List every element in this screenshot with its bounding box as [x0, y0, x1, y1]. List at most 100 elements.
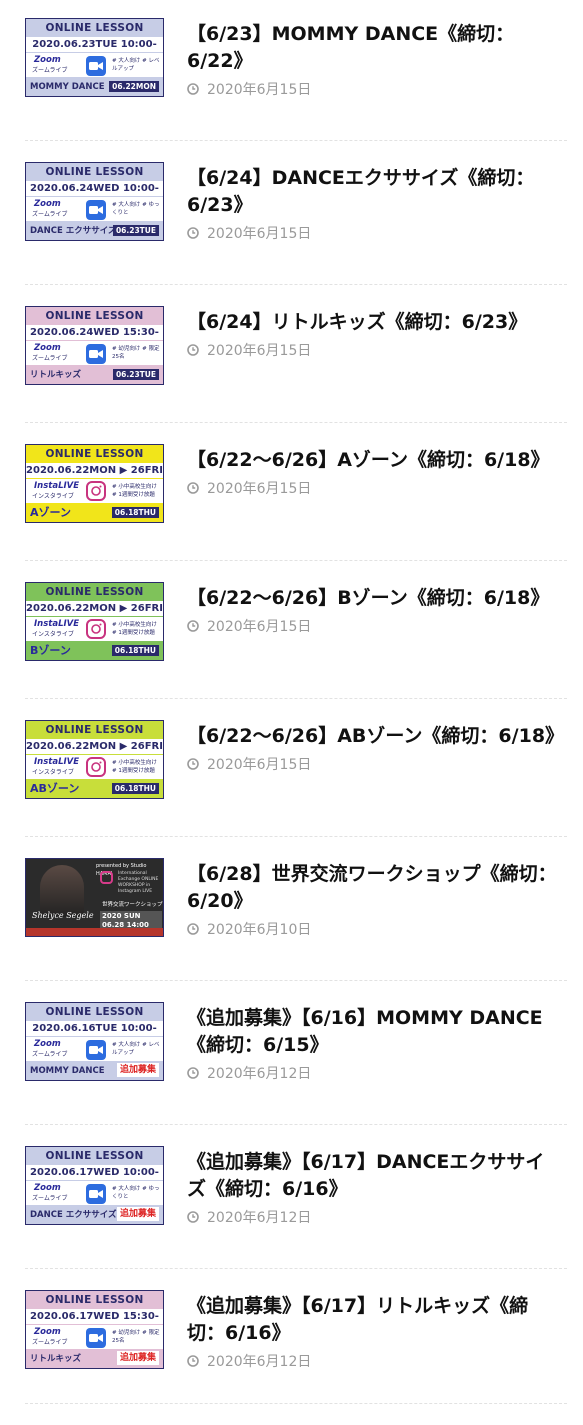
post-title-link[interactable]: 【6/24】リトルキッズ《締切：6/23》 [187, 309, 562, 336]
thumb-person-photo [40, 865, 84, 917]
post-separator [25, 836, 567, 837]
post-thumbnail[interactable]: ONLINE LESSON 2020.06.17WED 10:00- Zoom ズーム… [25, 1146, 164, 1225]
post-date-text: 2020年6月15日 [207, 226, 312, 242]
post-date-text: 2020年6月15日 [207, 481, 312, 497]
thumb-notes: # 大人向け # レベルアップ [112, 58, 160, 72]
thumb-deadline: 06.18THU [111, 507, 159, 518]
post-separator [25, 1124, 567, 1125]
thumb-app-name: InstaLIVE [34, 481, 80, 491]
post-title-link[interactable]: 《追加募集》【6/17】DANCEエクササイズ《締切：6/16》 [187, 1149, 562, 1203]
thumb-notes: # 幼児向け # 限定 25名 [112, 1330, 160, 1344]
thumb-footer: リトルキッズ 追加募集 [26, 1349, 163, 1368]
thumb-footer: DANCE エクササイズ 06.23TUE [26, 221, 163, 240]
thumb-date: 2020.06.22MON ▶ 26FRI [26, 739, 163, 754]
clock-icon [187, 923, 199, 935]
thumb-app-subtitle: インスタライブ [32, 493, 74, 500]
thumb-app-subtitle: ズームライブ [32, 67, 68, 74]
post-title-link[interactable]: 【6/22〜6/26】Bゾーン《締切：6/18》 [187, 585, 562, 612]
thumb-date: 2020.06.23TUE 10:00- [26, 37, 163, 52]
clock-icon [187, 620, 199, 632]
thumb-class-name: Aゾーン [30, 506, 71, 519]
post-thumbnail[interactable]: ONLINE LESSON 2020.06.16TUE 10:00- Zoom ズーム… [25, 1002, 164, 1081]
post-thumbnail[interactable]: presented by Studio HAMAI International E… [25, 858, 164, 937]
video-camera-icon [86, 56, 106, 76]
thumb-app-name: Zoom [34, 1039, 61, 1049]
thumb-deadline: 追加募集 [116, 1351, 159, 1365]
thumb-footer-bar [26, 928, 163, 936]
clock-icon [187, 1211, 199, 1223]
clock-icon [187, 227, 199, 239]
instagram-icon [86, 481, 106, 501]
thumb-footer: Aゾーン 06.18THU [26, 503, 163, 522]
thumb-app-subtitle: ズームライブ [32, 211, 68, 218]
post-title-link[interactable]: 【6/22〜6/26】ABゾーン《締切：6/18》 [187, 723, 564, 750]
post-date: 2020年6月12日 [187, 1207, 311, 1227]
post-thumbnail[interactable]: ONLINE LESSON 2020.06.17WED 15:30- Zoom ズーム… [25, 1290, 164, 1369]
post-title-link[interactable]: 《追加募集》【6/16】MOMMY DANCE《締切：6/15》 [187, 1005, 562, 1059]
post-title-link[interactable]: 【6/24】DANCEエクササイズ《締切：6/23》 [187, 165, 562, 219]
thumb-heading: ONLINE LESSON [45, 724, 144, 736]
clock-icon [187, 482, 199, 494]
post-date: 2020年6月15日 [187, 754, 311, 774]
thumb-heading: ONLINE LESSON [45, 448, 144, 460]
thumb-app-row: Zoom ズームライブ # 大人向け # レベルアップ [26, 1037, 163, 1063]
post-title-link[interactable]: 【6/28】世界交流ワークショップ《締切：6/20》 [187, 861, 562, 915]
post-date: 2020年6月12日 [187, 1351, 311, 1371]
post-separator [25, 422, 567, 423]
post-date: 2020年6月15日 [187, 223, 311, 243]
post-thumbnail[interactable]: ONLINE LESSON 2020.06.22MON ▶ 26FRI InstaL… [25, 444, 164, 523]
post-date-text: 2020年6月12日 [207, 1066, 312, 1082]
thumb-deadline: 06.22MON [109, 81, 159, 92]
post-date: 2020年6月15日 [187, 616, 311, 636]
thumb-heading: ONLINE LESSON [45, 22, 144, 34]
thumb-deadline: 06.23TUE [112, 225, 159, 236]
post-separator [25, 1403, 567, 1404]
post-thumbnail[interactable]: ONLINE LESSON 2020.06.22MON ▶ 26FRI InstaL… [25, 720, 164, 799]
post-title-link[interactable]: 【6/22〜6/26】Aゾーン《締切：6/18》 [187, 447, 562, 474]
post-thumbnail[interactable]: ONLINE LESSON 2020.06.24WED 10:00- Zoom ズーム… [25, 162, 164, 241]
thumb-app-subtitle: ズームライブ [32, 1339, 68, 1346]
thumb-subtitle: 世界交流ワークショップ [102, 902, 163, 908]
thumb-heading: ONLINE LESSON [45, 166, 144, 178]
thumb-deadline: 追加募集 [116, 1063, 159, 1077]
instagram-icon [86, 757, 106, 777]
thumb-notes: # 大人向け # ゆっくりと [112, 1186, 160, 1200]
post-date-text: 2020年6月15日 [207, 343, 312, 359]
post-date-text: 2020年6月15日 [207, 757, 312, 773]
thumb-footer: ABゾーン 06.18THU [26, 779, 163, 798]
thumb-class-name: リトルキッズ [30, 1354, 82, 1364]
thumb-class-name: DANCE エクササイズ [30, 1210, 117, 1220]
thumb-app-name: Zoom [34, 343, 61, 353]
thumb-deadline: 06.18THU [111, 783, 159, 794]
video-camera-icon [86, 1328, 106, 1348]
thumb-class-name: DANCE エクササイズ [30, 226, 117, 236]
post-title-link[interactable]: 《追加募集》【6/17】リトルキッズ《締切：6/16》 [187, 1293, 562, 1347]
thumb-heading: ONLINE LESSON [45, 310, 144, 322]
post-thumbnail[interactable]: ONLINE LESSON 2020.06.23TUE 10:00- Zoom ズーム… [25, 18, 164, 97]
thumb-app-row: InstaLIVE インスタライブ # 小中高校生向け # 1週間受け放題 [26, 755, 163, 781]
video-camera-icon [86, 200, 106, 220]
thumb-deadline: 06.23TUE [112, 369, 159, 380]
thumb-footer: Bゾーン 06.18THU [26, 641, 163, 660]
thumb-class-name: MOMMY DANCE [30, 82, 105, 92]
post-title-link[interactable]: 【6/23】MOMMY DANCE《締切：6/22》 [187, 21, 562, 75]
post-date-text: 2020年6月15日 [207, 82, 312, 98]
post-separator [25, 140, 567, 141]
post-thumbnail[interactable]: ONLINE LESSON 2020.06.22MON ▶ 26FRI InstaL… [25, 582, 164, 661]
thumb-footer: リトルキッズ 06.23TUE [26, 365, 163, 384]
thumb-deadline: 追加募集 [116, 1207, 159, 1221]
thumb-deadline: 06.18THU [111, 645, 159, 656]
thumb-app-name: Zoom [34, 1327, 61, 1337]
thumb-app-name: InstaLIVE [34, 619, 80, 629]
thumb-app-subtitle: ズームライブ [32, 355, 68, 362]
thumb-notes: # 小中高校生向け # 1週間受け放題 [112, 622, 157, 636]
video-camera-icon [86, 1040, 106, 1060]
post-date-text: 2020年6月10日 [207, 922, 312, 938]
thumb-notes: # 小中高校生向け # 1週間受け放題 [112, 484, 157, 498]
post-date-text: 2020年6月12日 [207, 1210, 312, 1226]
thumb-app-subtitle: インスタライブ [32, 631, 74, 638]
post-date-text: 2020年6月12日 [207, 1354, 312, 1370]
thumb-heading: ONLINE LESSON [45, 1006, 144, 1018]
post-thumbnail[interactable]: ONLINE LESSON 2020.06.24WED 15:30- Zoom ズーム… [25, 306, 164, 385]
thumb-notes: # 大人向け # レベルアップ [112, 1042, 160, 1056]
